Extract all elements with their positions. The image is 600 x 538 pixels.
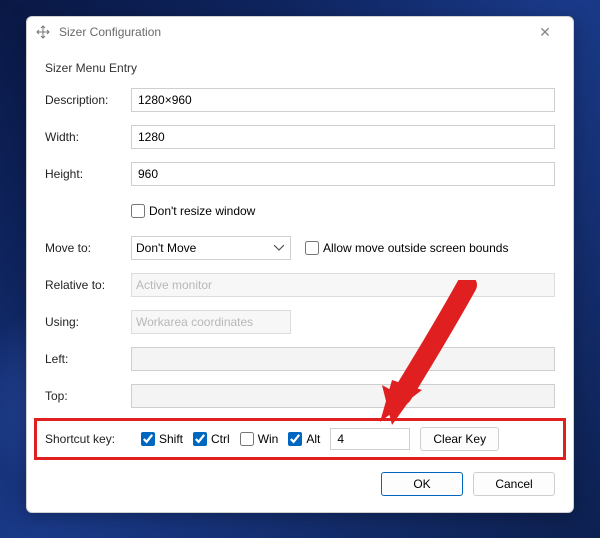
height-label: Height: <box>45 167 131 181</box>
alt-checkbox[interactable]: Alt <box>288 432 320 446</box>
width-label: Width: <box>45 130 131 144</box>
alt-box[interactable] <box>288 432 302 446</box>
description-input[interactable] <box>131 88 555 112</box>
ok-button[interactable]: OK <box>381 472 463 496</box>
using-select: Workarea coordinates <box>131 310 291 334</box>
dont-resize-checkbox[interactable]: Don't resize window <box>131 204 255 218</box>
moveto-label: Move to: <box>45 241 131 255</box>
ctrl-box[interactable] <box>193 432 207 446</box>
left-label: Left: <box>45 352 131 366</box>
shortcut-key-input[interactable] <box>330 428 410 450</box>
relativeto-label: Relative to: <box>45 278 131 292</box>
clear-key-button[interactable]: Clear Key <box>420 427 499 451</box>
sizer-config-window: Sizer Configuration ✕ Sizer Menu Entry D… <box>26 16 574 513</box>
using-label: Using: <box>45 315 131 329</box>
top-label: Top: <box>45 389 131 403</box>
left-input <box>131 347 555 371</box>
win-checkbox[interactable]: Win <box>240 432 279 446</box>
width-input[interactable] <box>131 125 555 149</box>
shift-checkbox[interactable]: Shift <box>141 432 183 446</box>
top-input <box>131 384 555 408</box>
window-title: Sizer Configuration <box>59 25 161 39</box>
shortcut-label: Shortcut key: <box>45 432 131 446</box>
ctrl-checkbox[interactable]: Ctrl <box>193 432 230 446</box>
titlebar: Sizer Configuration ✕ <box>27 17 573 47</box>
relativeto-select: Active monitor <box>131 273 555 297</box>
allow-outside-box[interactable] <box>305 241 319 255</box>
height-input[interactable] <box>131 162 555 186</box>
dont-resize-box[interactable] <box>131 204 145 218</box>
moveto-select[interactable]: Don't Move <box>131 236 291 260</box>
description-label: Description: <box>45 93 131 107</box>
win-box[interactable] <box>240 432 254 446</box>
shift-box[interactable] <box>141 432 155 446</box>
allow-outside-checkbox[interactable]: Allow move outside screen bounds <box>305 241 508 255</box>
close-icon[interactable]: ✕ <box>525 24 565 41</box>
cancel-button[interactable]: Cancel <box>473 472 555 496</box>
move-icon <box>35 24 51 40</box>
group-label: Sizer Menu Entry <box>45 61 555 75</box>
